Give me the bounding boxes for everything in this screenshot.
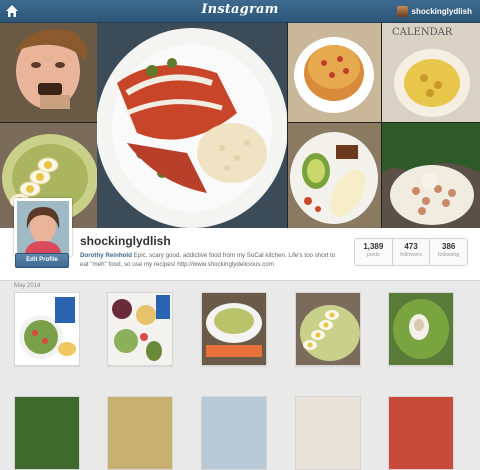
grid-photo[interactable] bbox=[201, 396, 267, 470]
greens-beans-photo[interactable] bbox=[382, 123, 480, 228]
stacked-tostada-photo[interactable] bbox=[288, 23, 381, 122]
edit-profile-button[interactable]: Edit Profile bbox=[15, 253, 69, 268]
current-username: shockinglydlish bbox=[411, 6, 472, 16]
current-user-menu[interactable]: shockinglydlish bbox=[396, 4, 472, 18]
posts-label: posts bbox=[366, 252, 380, 258]
grid-photo[interactable] bbox=[107, 396, 173, 470]
profile-handle: shockinglydlish bbox=[80, 234, 171, 248]
posts-count: 1,389 bbox=[363, 242, 384, 251]
profile-bio: Dorothy Reinhold Epic, scary good, addic… bbox=[80, 251, 342, 269]
profile-banner-collage: CALENDAR bbox=[0, 23, 480, 228]
month-label: May 2014 bbox=[14, 283, 41, 289]
enchiladas-photo[interactable] bbox=[97, 23, 287, 228]
boy-eating-photo[interactable] bbox=[0, 23, 97, 122]
svg-text:CALENDAR: CALENDAR bbox=[392, 27, 453, 38]
top-navigation-bar: Instagram shockinglydlish bbox=[0, 0, 480, 23]
grid-photo[interactable] bbox=[14, 292, 80, 366]
grid-photo[interactable] bbox=[107, 292, 173, 366]
followers-stat[interactable]: 473 followers bbox=[393, 239, 431, 265]
grid-photo[interactable] bbox=[388, 292, 454, 366]
following-label: following bbox=[437, 252, 460, 258]
grid-photo[interactable] bbox=[295, 396, 361, 470]
grid-photo[interactable] bbox=[295, 292, 361, 366]
mini-avatar bbox=[396, 5, 408, 17]
grid-photo[interactable] bbox=[388, 396, 454, 470]
avocado-plate-photo[interactable] bbox=[288, 123, 381, 228]
following-stat[interactable]: 386 following bbox=[430, 239, 467, 265]
followers-count: 473 bbox=[404, 242, 418, 251]
profile-avatar bbox=[14, 198, 72, 256]
profile-info-section: Edit Profile shockinglydlish Dorothy Rei… bbox=[0, 198, 480, 281]
display-name: Dorothy Reinhold bbox=[80, 252, 132, 259]
following-count: 386 bbox=[442, 242, 456, 251]
grid-photo[interactable] bbox=[14, 396, 80, 470]
profile-stats: 1,389 posts 473 followers 386 following bbox=[354, 238, 468, 266]
calendar-pasta-photo[interactable]: CALENDAR bbox=[382, 23, 480, 122]
grid-photo[interactable] bbox=[201, 292, 267, 366]
followers-label: followers bbox=[400, 252, 422, 258]
posts-stat[interactable]: 1,389 posts bbox=[355, 239, 393, 265]
